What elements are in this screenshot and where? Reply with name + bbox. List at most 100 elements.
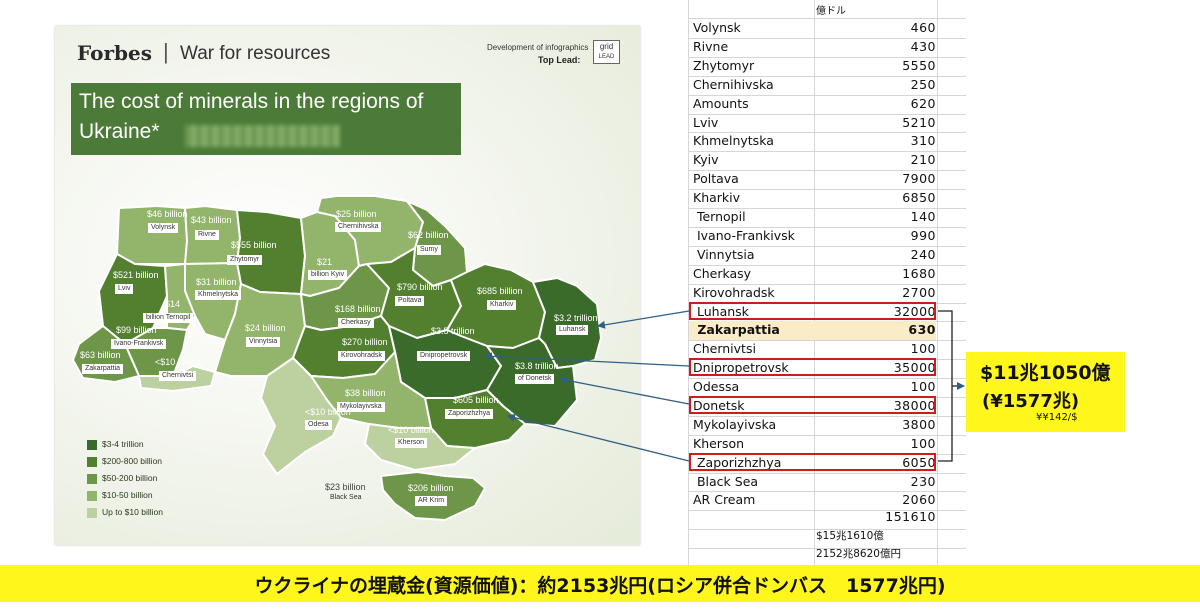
dnipropetrovsk-value: $3.5 trillion xyxy=(431,326,475,336)
table-cell-value: 2060 xyxy=(902,492,936,507)
kharkiv-name: Kharkiv xyxy=(487,300,517,310)
dnipropetrovsk-name: Dnipropetrovsk xyxy=(417,351,471,361)
table-cell-region: Khmelnytska xyxy=(693,133,774,148)
legend-swatch xyxy=(87,440,97,450)
grid-logo-top: grid xyxy=(599,42,614,51)
zaporizhzhya-name: Zaporizhzhya xyxy=(445,409,494,419)
black-sea-value: $23 billion xyxy=(325,482,366,492)
kyiv-value: $21 xyxy=(317,257,333,267)
donbas-row-highlight xyxy=(689,453,936,471)
table-total: 151610 xyxy=(885,509,936,524)
table-cell-region: Odessa xyxy=(693,379,740,394)
kherson-name: Kherson xyxy=(395,438,428,448)
grid-logo-bottom: LEAD xyxy=(598,54,615,60)
table-cell-value: 5210 xyxy=(902,115,936,130)
table-cell-region: Black Sea xyxy=(693,474,759,489)
table-cell-value: 6850 xyxy=(902,190,936,205)
table-cell-value: 990 xyxy=(910,228,936,243)
table-cell-value: 210 xyxy=(910,152,936,167)
table-cell-region: Chernihivska xyxy=(693,77,774,92)
table-cell-value: 240 xyxy=(910,247,936,262)
kirovohradsk-name: Kirovohradsk xyxy=(338,351,385,361)
table-cell-region: Vinnytsia xyxy=(693,247,755,262)
lviv-value: $521 billion xyxy=(113,270,159,280)
kyiv-name: billion Kyiv xyxy=(308,270,348,280)
credit-line-2: Top Lead: xyxy=(538,55,581,65)
kirovohradsk-value: $270 billion xyxy=(342,337,388,347)
kherson-value: <$10 billion xyxy=(388,425,434,435)
table-cell-value: 230 xyxy=(910,474,936,489)
table-cell-region: Zhytomyr xyxy=(693,58,755,73)
zaporizhzhya-value: $605 billion xyxy=(453,395,499,405)
table-cell-region: Kirovohradsk xyxy=(693,285,775,300)
rivne-value: $43 billion xyxy=(191,215,232,225)
table-cell-value: 1680 xyxy=(902,266,936,281)
table-border xyxy=(937,0,938,565)
table-cell-region: Rivne xyxy=(693,39,729,54)
table-cell-value: 310 xyxy=(910,133,936,148)
table-cell-value: 460 xyxy=(910,20,936,35)
legend-label: $200-800 billion xyxy=(102,456,163,466)
chernivtsi-value: <$10 billion xyxy=(155,357,201,367)
volynsk-name: Volynsk xyxy=(148,223,179,233)
vinnytsia-name: Vinnytsia xyxy=(246,337,281,347)
table-cell-value: 620 xyxy=(910,96,936,111)
blurred-title-fragment xyxy=(185,125,340,147)
ivano-frankivsk-value: $99 billion xyxy=(116,325,157,335)
volynsk-value: $46 billion xyxy=(147,209,188,219)
crimea-name: AR Krim xyxy=(415,496,448,506)
map-subtitle: War for resources xyxy=(180,43,331,64)
legend-swatch xyxy=(87,508,97,518)
resource-value-table: 億ドル Volynsk 460 Rivne 430 Zhytomyr 5550 Cherni… xyxy=(688,0,966,568)
table-cell-value: 2700 xyxy=(902,285,936,300)
table-cell-region: Zakarpattia xyxy=(693,322,780,337)
table-cell-region: Kherson xyxy=(693,436,745,451)
table-cell-region: Ternopil xyxy=(693,209,746,224)
table-cell-region: Kharkiv xyxy=(693,190,741,205)
legend-label: $50-200 billion xyxy=(102,473,158,483)
table-cell-value: 7900 xyxy=(902,171,936,186)
table-cell-value: 140 xyxy=(910,209,936,224)
kharkiv-value: $685 billion xyxy=(477,286,523,296)
cherkasy-name: Cherkasy xyxy=(338,318,374,328)
table-total-yen: 2152兆8620億円 xyxy=(816,548,901,560)
grid-lead-logo: grid LEAD xyxy=(593,40,620,64)
ternopil-name: billion Ternopil xyxy=(143,313,194,323)
summary-banner: ウクライナの埋蔵金(資源価値)：約2153兆円(ロシア併合ドンバス 1577兆円… xyxy=(0,565,1200,602)
khmelnytska-value: $31 billion xyxy=(196,277,237,287)
ivano-frankivsk-name: Ivano-Frankivsk xyxy=(111,339,167,349)
table-cell-region: Amounts xyxy=(693,96,749,111)
credit-line-1: Development of infographics xyxy=(487,43,589,52)
odesa-name: Odesa xyxy=(305,420,332,430)
khmelnytska-name: Khmelnytska xyxy=(195,290,242,300)
table-cell-value: 250 xyxy=(910,77,936,92)
cherkasy-value: $168 billion xyxy=(335,304,381,314)
table-cell-region: Lviv xyxy=(693,115,719,130)
rivne-name: Rivne xyxy=(195,230,219,240)
ternopil-value: $14 xyxy=(165,299,181,309)
sumy-value: $62 billion xyxy=(408,230,449,240)
mykolayivska-value: $38 billion xyxy=(345,388,386,398)
table-cell-value: 100 xyxy=(910,379,936,394)
table-cell-region: Chernivtsi xyxy=(693,341,756,356)
table-cell-region: Cherkasy xyxy=(693,266,752,281)
table-cell-value: 430 xyxy=(910,39,936,54)
table-cell-region: AR Cream xyxy=(693,492,756,507)
table-cell-value: 630 xyxy=(908,322,936,337)
vinnytsia-value: $24 billion xyxy=(245,323,286,333)
donetsk-name: of Donetsk xyxy=(515,374,555,384)
region-zhytomyr xyxy=(236,209,306,295)
poltava-name: Poltava xyxy=(395,296,425,306)
table-cell-region: Mykolayivska xyxy=(693,417,777,432)
poltava-value: $790 billion xyxy=(397,282,443,292)
map-title-line-1: The cost of minerals in the regions of xyxy=(79,90,424,113)
summary-banner-text: ウクライナの埋蔵金(資源価値)：約2153兆円(ロシア併合ドンバス 1577兆円… xyxy=(254,575,946,597)
donbas-row-highlight xyxy=(689,358,936,376)
chernihivska-name: Chernihivska xyxy=(335,222,382,232)
chernihivska-value: $25 billion xyxy=(336,209,377,219)
crimea-value: $206 billion xyxy=(408,483,454,493)
callout-exchange-rate: ¥¥142/$ xyxy=(1036,412,1078,423)
title-separator: | xyxy=(163,39,169,64)
table-cell-value: 100 xyxy=(910,341,936,356)
ukraine-map-infographic: Forbes | War for resources Development o… xyxy=(55,26,640,545)
